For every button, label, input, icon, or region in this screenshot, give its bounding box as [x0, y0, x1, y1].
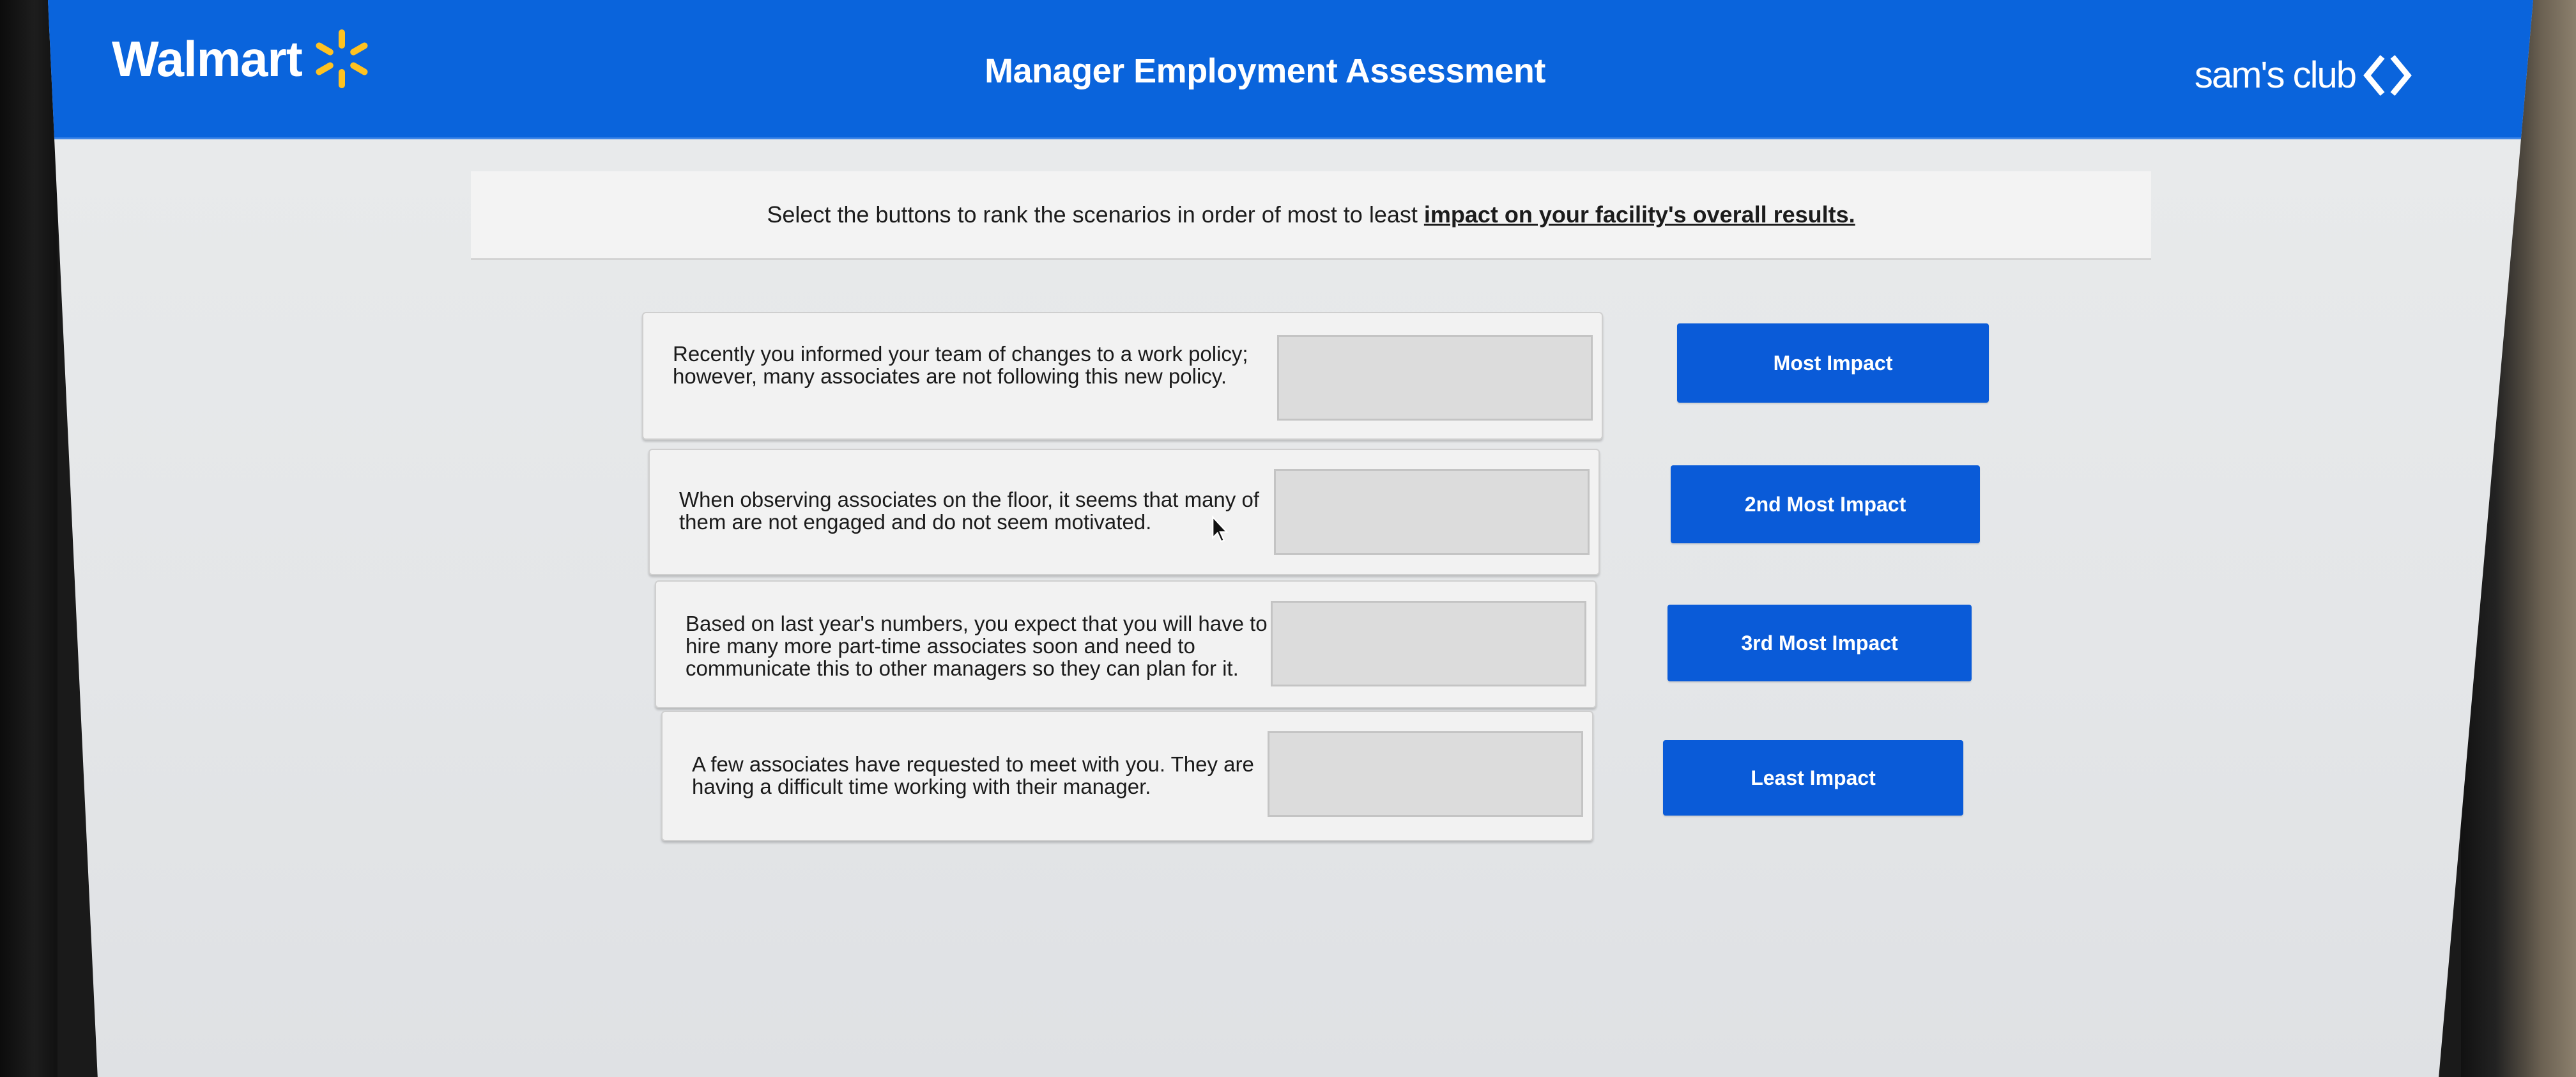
rank-drop-slot[interactable]	[1277, 335, 1593, 421]
scenario-card: Recently you informed your team of chang…	[642, 312, 1603, 440]
sams-club-logo: sam's club	[2195, 54, 2412, 97]
assessment-page: Walmart Manager Employment Assessment sa…	[48, 0, 2533, 1077]
instructions-text: Select the buttons to rank the scenarios…	[767, 201, 1418, 228]
scenario-text: Based on last year's numbers, you expect…	[686, 612, 1268, 680]
sams-club-diamond-icon	[2363, 54, 2412, 96]
rank-drop-slot[interactable]	[1271, 601, 1586, 686]
scenario-text: Recently you informed your team of chang…	[673, 342, 1248, 388]
scenario-card: A few associates have requested to meet …	[661, 711, 1593, 841]
sams-club-wordmark: sam's club	[2194, 54, 2357, 96]
least-impact-button[interactable]: Least Impact	[1663, 740, 1963, 816]
header-bar: Walmart Manager Employment Assessment sa…	[48, 0, 2533, 139]
rank-drop-slot[interactable]	[1274, 469, 1590, 555]
monitor-bezel-left	[0, 0, 57, 1077]
scenario-card: When observing associates on the floor, …	[648, 449, 1600, 575]
scenario-card: Based on last year's numbers, you expect…	[655, 580, 1597, 708]
instructions-banner: Select the buttons to rank the scenarios…	[471, 171, 2151, 260]
scenario-text: When observing associates on the floor, …	[679, 488, 1259, 534]
rank-drop-slot[interactable]	[1268, 731, 1583, 817]
page-title: Manager Employment Assessment	[985, 52, 1545, 90]
3rd-most-impact-button[interactable]: 3rd Most Impact	[1667, 605, 1972, 681]
instructions-emphasis: impact on your facility's overall result…	[1423, 201, 1855, 228]
scenario-text: A few associates have requested to meet …	[692, 752, 1254, 798]
most-impact-button[interactable]: Most Impact	[1677, 323, 1989, 403]
2nd-most-impact-button[interactable]: 2nd Most Impact	[1671, 465, 1980, 543]
mouse-cursor-icon	[1212, 515, 1229, 543]
